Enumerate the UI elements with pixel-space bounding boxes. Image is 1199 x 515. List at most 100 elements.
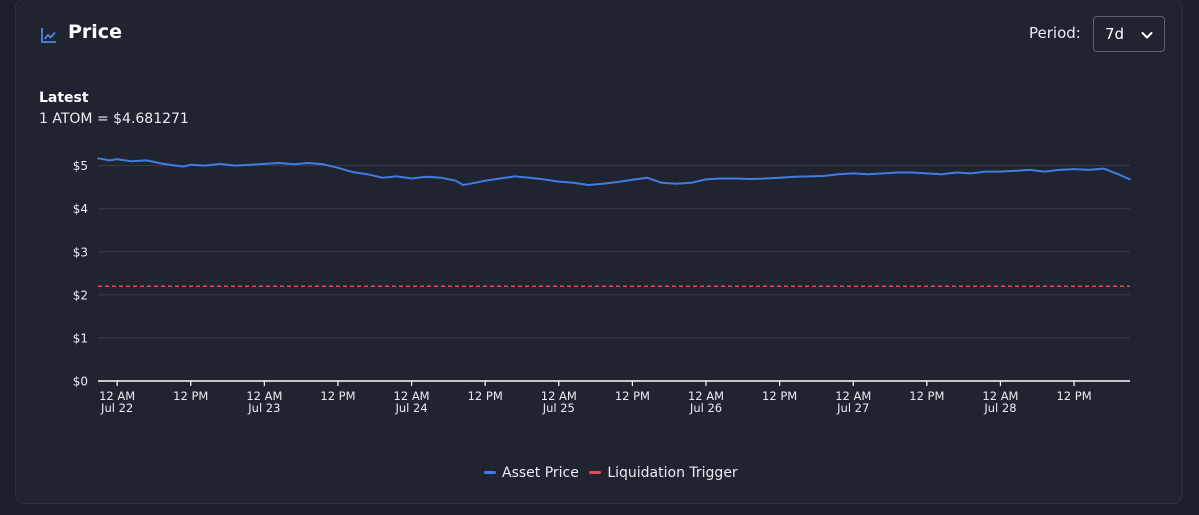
x-tick-label: 12 PM <box>468 389 503 403</box>
asset-price-point <box>1102 167 1105 170</box>
asset-price-point <box>602 182 604 185</box>
asset-price-point <box>130 160 133 163</box>
x-tick-date-label: Jul 22 <box>100 401 133 415</box>
x-tick-label: 12 PM <box>762 389 797 403</box>
asset-price-point <box>469 182 472 185</box>
asset-price-point <box>1014 169 1017 172</box>
asset-price-point <box>513 175 516 178</box>
asset-price-point <box>940 173 943 176</box>
asset-price-point <box>911 171 914 174</box>
asset-price-point <box>808 175 810 178</box>
asset-price-point <box>182 165 185 168</box>
asset-price-point <box>955 171 958 174</box>
asset-price-point <box>543 178 545 181</box>
asset-price-point <box>528 176 531 179</box>
asset-price-point <box>690 181 693 184</box>
x-tick-label: 12 PM <box>173 389 208 403</box>
asset-price-point <box>145 159 148 162</box>
asset-price-point <box>646 176 649 179</box>
asset-price-point <box>734 177 737 180</box>
asset-price-point <box>1043 170 1046 173</box>
asset-price-point <box>1129 178 1131 181</box>
asset-price-point <box>631 178 634 181</box>
asset-price-line <box>97 157 1131 186</box>
asset-price-point <box>499 177 501 180</box>
asset-price-point <box>896 171 899 174</box>
asset-price-point <box>852 172 855 175</box>
price-chart: $0$1$2$3$4$512 AMJul 2212 PM 12 AMJul 231… <box>73 157 1131 415</box>
asset-price-point <box>322 163 325 166</box>
asset-price-point <box>675 182 678 185</box>
asset-price-point <box>984 170 987 173</box>
y-tick-label: $1 <box>73 331 88 345</box>
asset-price-point <box>572 181 575 184</box>
asset-price-point <box>660 181 663 184</box>
asset-price-point <box>219 162 222 165</box>
asset-price-point <box>837 173 840 176</box>
asset-price-point <box>881 172 884 175</box>
asset-price-point <box>234 164 236 167</box>
y-tick-label: $4 <box>73 202 88 216</box>
chart-legend: Asset Price Liquidation Trigger <box>484 465 744 481</box>
asset-price-point <box>454 179 457 182</box>
legend-item-liquidation-trigger[interactable]: Liquidation Trigger <box>589 465 738 481</box>
asset-price-point <box>557 180 560 183</box>
x-tick-label: 12 PM <box>320 389 355 403</box>
asset-price-point <box>263 162 266 165</box>
asset-price-point <box>793 175 796 178</box>
asset-price-point <box>970 172 972 175</box>
x-tick-label: 12 PM <box>909 389 944 403</box>
x-tick-date-label: Jul 26 <box>689 401 722 415</box>
asset-price-point <box>587 184 590 186</box>
asset-price-point <box>484 179 487 182</box>
asset-price-point <box>616 181 619 183</box>
asset-price-point <box>395 175 398 178</box>
asset-price-point <box>366 173 369 176</box>
asset-price-point <box>763 177 766 180</box>
asset-price-point <box>204 164 207 167</box>
x-tick-date-label: Jul 27 <box>836 401 869 415</box>
asset-price-point <box>307 162 310 164</box>
asset-price-swatch <box>484 470 496 474</box>
asset-price-point <box>248 163 251 166</box>
y-tick-label: $0 <box>73 375 88 389</box>
asset-price-point <box>705 178 707 181</box>
asset-price-point <box>189 163 192 166</box>
asset-price-point <box>292 163 295 166</box>
asset-price-point <box>1073 168 1075 170</box>
x-tick-date-label: Jul 24 <box>394 401 427 415</box>
asset-price-point <box>822 175 825 177</box>
y-tick-label: $3 <box>73 245 88 259</box>
asset-price-point <box>97 157 99 160</box>
asset-price-point <box>749 178 752 180</box>
asset-price-point <box>175 164 177 167</box>
asset-price-point <box>1087 169 1090 171</box>
asset-price-point <box>778 176 781 179</box>
asset-price-point <box>108 159 111 162</box>
asset-price-point <box>116 158 119 161</box>
asset-price-point <box>867 173 869 176</box>
asset-price-point <box>719 177 722 180</box>
asset-price-point <box>462 184 465 186</box>
x-tick-label: 12 PM <box>1056 389 1091 403</box>
asset-price-point <box>410 177 413 180</box>
asset-price-point <box>440 176 442 179</box>
asset-price-point <box>1117 173 1120 176</box>
y-tick-label: $2 <box>73 288 88 302</box>
liquidation-swatch <box>589 470 602 474</box>
legend-label: Asset Price <box>502 465 579 481</box>
x-tick-date-label: Jul 23 <box>247 401 280 415</box>
asset-price-point <box>351 171 354 173</box>
x-tick-label: 12 PM <box>615 389 650 403</box>
asset-price-point <box>425 175 428 178</box>
x-tick-date-label: Jul 25 <box>542 401 575 415</box>
asset-price-point <box>999 170 1002 173</box>
x-tick-date-label: Jul 28 <box>983 401 1016 415</box>
asset-price-point <box>160 162 163 165</box>
asset-price-point <box>337 166 339 169</box>
asset-price-point <box>1028 169 1031 171</box>
y-tick-label: $5 <box>73 159 88 173</box>
asset-price-point <box>1058 169 1061 171</box>
asset-price-point <box>381 176 384 179</box>
legend-item-asset-price[interactable]: Asset Price <box>484 465 579 481</box>
